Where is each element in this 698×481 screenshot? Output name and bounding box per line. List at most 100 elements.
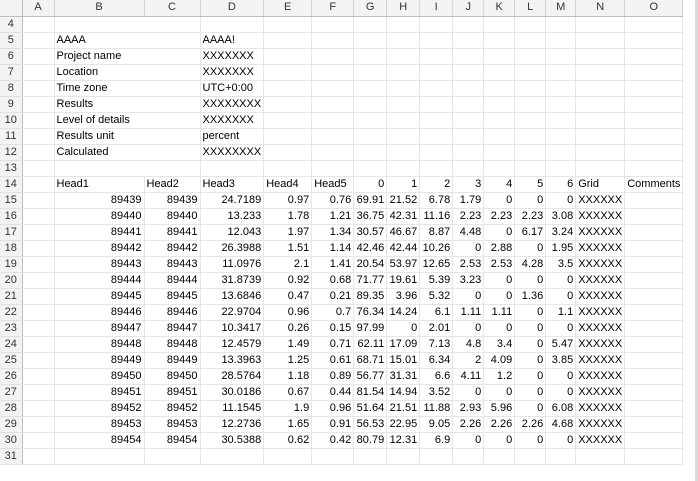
data-cell[interactable]: 1.21 <box>311 208 355 225</box>
data-cell[interactable]: 0.92 <box>263 272 313 289</box>
data-cell[interactable]: 81.54 <box>353 384 388 401</box>
data-cell[interactable]: 56.53 <box>353 416 388 433</box>
cell[interactable] <box>575 32 626 49</box>
data-cell[interactable]: 89449 <box>54 352 145 369</box>
cell[interactable] <box>386 48 421 65</box>
cell[interactable] <box>452 32 485 49</box>
row-header[interactable]: 19 <box>0 256 23 273</box>
data-cell[interactable]: 8.87 <box>419 224 454 241</box>
cell[interactable] <box>353 128 388 145</box>
data-cell[interactable] <box>22 352 55 369</box>
comments-cell[interactable] <box>624 368 684 385</box>
data-cell[interactable]: 0.71 <box>311 336 355 353</box>
info-value-cell[interactable] <box>200 160 265 177</box>
cell[interactable] <box>514 128 547 145</box>
data-cell[interactable]: 89442 <box>144 240 201 257</box>
cell[interactable] <box>263 80 313 97</box>
data-cell[interactable]: 3.52 <box>419 384 454 401</box>
data-cell[interactable] <box>144 448 201 465</box>
info-value-cell[interactable]: percent <box>200 128 265 145</box>
data-cell[interactable]: 1.49 <box>263 336 313 353</box>
cell[interactable] <box>263 16 313 33</box>
data-cell[interactable]: 3.08 <box>545 208 577 225</box>
column-header-k[interactable]: K <box>483 0 516 17</box>
data-cell[interactable]: 2.53 <box>452 256 485 273</box>
data-cell[interactable]: 30.57 <box>353 224 388 241</box>
data-cell[interactable] <box>22 256 55 273</box>
row-header[interactable]: 13 <box>0 160 23 177</box>
data-cell[interactable] <box>263 448 313 465</box>
data-cell[interactable]: 6.78 <box>419 192 454 209</box>
data-cell[interactable]: 68.71 <box>353 352 388 369</box>
grid-cell[interactable]: XXXXXX <box>575 208 626 225</box>
comments-cell[interactable] <box>624 416 684 433</box>
data-cell[interactable]: 89445 <box>54 288 145 305</box>
row-header[interactable]: 26 <box>0 368 23 385</box>
info-value-cell[interactable]: AAAA! <box>200 32 265 49</box>
row-header[interactable]: 7 <box>0 64 23 81</box>
data-cell[interactable] <box>22 368 55 385</box>
cell[interactable] <box>483 112 516 129</box>
data-cell[interactable]: 0.47 <box>263 288 313 305</box>
data-cell[interactable]: 0 <box>483 384 516 401</box>
data-cell[interactable]: 2 <box>452 352 485 369</box>
data-cell[interactable] <box>311 448 355 465</box>
grid-cell[interactable]: XXXXXX <box>575 368 626 385</box>
cell[interactable] <box>311 32 355 49</box>
cell[interactable] <box>624 128 684 145</box>
row-header[interactable]: 9 <box>0 96 23 113</box>
data-cell[interactable] <box>22 384 55 401</box>
data-cell[interactable]: 1.51 <box>263 240 313 257</box>
grid-cell[interactable]: XXXXXX <box>575 192 626 209</box>
data-cell[interactable]: 0.67 <box>263 384 313 401</box>
header-cell[interactable]: 4 <box>483 176 516 193</box>
data-cell[interactable]: 1.25 <box>263 352 313 369</box>
data-cell[interactable] <box>22 304 55 321</box>
info-label-cell[interactable]: Project name <box>54 48 201 65</box>
cell[interactable] <box>353 112 388 129</box>
select-all-corner[interactable] <box>0 0 23 17</box>
data-cell[interactable]: 3.85 <box>545 352 577 369</box>
cell[interactable] <box>483 128 516 145</box>
data-cell[interactable]: 0 <box>514 368 547 385</box>
info-value-cell[interactable]: XXXXXXXX <box>200 96 265 113</box>
row-header[interactable]: 12 <box>0 144 23 161</box>
data-cell[interactable]: 89444 <box>144 272 201 289</box>
data-cell[interactable]: 31.8739 <box>200 272 265 289</box>
data-cell[interactable]: 0 <box>514 336 547 353</box>
cell[interactable] <box>575 48 626 65</box>
data-cell[interactable]: 0.91 <box>311 416 355 433</box>
row-header[interactable]: 31 <box>0 448 23 465</box>
data-cell[interactable]: 2.53 <box>483 256 516 273</box>
data-cell[interactable]: 0 <box>514 352 547 369</box>
data-cell[interactable]: 89439 <box>144 192 201 209</box>
comments-cell[interactable] <box>624 320 684 337</box>
row-header[interactable]: 16 <box>0 208 23 225</box>
cell[interactable] <box>514 32 547 49</box>
row-header[interactable]: 21 <box>0 288 23 305</box>
data-cell[interactable]: 89447 <box>144 320 201 337</box>
row-header[interactable]: 24 <box>0 336 23 353</box>
row-header[interactable]: 20 <box>0 272 23 289</box>
row-header[interactable]: 22 <box>0 304 23 321</box>
data-cell[interactable]: 2.26 <box>452 416 485 433</box>
data-cell[interactable]: 46.67 <box>386 224 421 241</box>
cell[interactable] <box>311 64 355 81</box>
data-cell[interactable]: 76.34 <box>353 304 388 321</box>
grid-cell[interactable]: XXXXXX <box>575 240 626 257</box>
cell[interactable] <box>353 144 388 161</box>
cell[interactable] <box>386 144 421 161</box>
data-cell[interactable]: 89450 <box>144 368 201 385</box>
cell[interactable] <box>575 144 626 161</box>
data-cell[interactable]: 14.24 <box>386 304 421 321</box>
cell[interactable] <box>514 16 547 33</box>
grid-cell[interactable]: XXXXXX <box>575 304 626 321</box>
data-cell[interactable]: 89440 <box>54 208 145 225</box>
data-cell[interactable]: 89440 <box>144 208 201 225</box>
data-cell[interactable]: 4.09 <box>483 352 516 369</box>
data-cell[interactable]: 0.7 <box>311 304 355 321</box>
data-cell[interactable]: 0 <box>452 432 485 449</box>
data-cell[interactable]: 56.77 <box>353 368 388 385</box>
data-cell[interactable] <box>419 448 454 465</box>
cell[interactable] <box>483 64 516 81</box>
